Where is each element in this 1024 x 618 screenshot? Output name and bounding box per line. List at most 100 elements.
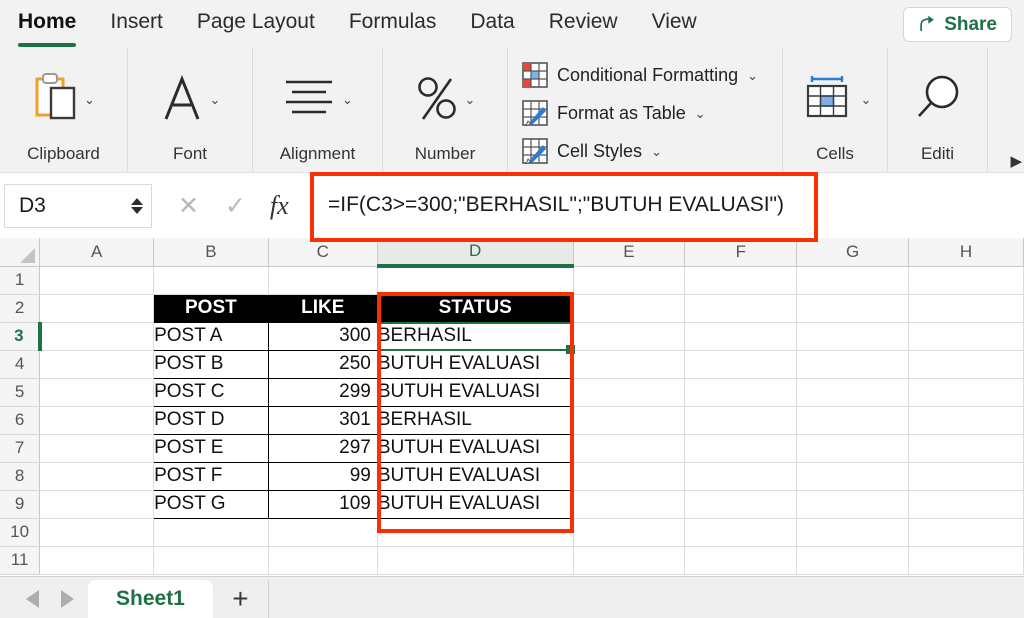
cell-f7[interactable]: [684, 434, 798, 463]
cell-d8[interactable]: BUTUH EVALUASI: [376, 461, 574, 491]
column-header-d[interactable]: D: [377, 238, 574, 268]
font-caret-icon[interactable]: ⌄: [210, 93, 221, 106]
cell-a3[interactable]: [39, 322, 155, 351]
cell-b9[interactable]: POST G: [153, 489, 269, 519]
ribbon-tab-view[interactable]: View: [652, 10, 697, 38]
cell-g9[interactable]: [796, 490, 910, 519]
cell-h6[interactable]: [908, 406, 1024, 435]
conditional-formatting-button[interactable]: Conditional Formatting ⌄: [522, 56, 758, 94]
column-header-f[interactable]: F: [684, 238, 798, 267]
spinner-up-icon[interactable]: [131, 197, 143, 205]
cell-b3[interactable]: POST A: [153, 321, 269, 351]
select-all-corner[interactable]: [0, 238, 41, 267]
cell-b1[interactable]: [153, 266, 269, 295]
cancel-formula-icon[interactable]: ✕: [178, 191, 199, 221]
cell-a6[interactable]: [39, 406, 155, 435]
cell-b7[interactable]: POST E: [153, 433, 269, 463]
cell-d10[interactable]: [377, 518, 574, 547]
confirm-formula-icon[interactable]: ✓: [225, 191, 246, 221]
row-header-6[interactable]: 6: [0, 406, 41, 435]
alignment-caret-icon[interactable]: ⌄: [342, 93, 353, 106]
cell-b4[interactable]: POST B: [153, 349, 269, 379]
ribbon-group-alignment[interactable]: ⌄ Alignment: [253, 48, 383, 172]
row-header-8[interactable]: 8: [0, 462, 41, 491]
name-box-spinner[interactable]: [131, 197, 143, 214]
row-header-4[interactable]: 4: [0, 350, 41, 379]
column-header-c[interactable]: C: [268, 238, 378, 267]
formula-input[interactable]: =IF(C3>=300;"BERHASIL";"BUTUH EVALUASI"): [322, 186, 808, 224]
cell-b8[interactable]: POST F: [153, 461, 269, 491]
share-button[interactable]: Share: [903, 7, 1012, 42]
cell-c2[interactable]: LIKE: [268, 294, 378, 323]
cell-a11[interactable]: [39, 546, 155, 575]
cell-c11[interactable]: [268, 546, 378, 575]
row-header-11[interactable]: 11: [0, 546, 41, 575]
insert-function-icon[interactable]: fx: [270, 191, 289, 221]
column-header-e[interactable]: E: [573, 238, 686, 267]
sheet-tab-sheet1[interactable]: Sheet1: [88, 580, 213, 618]
cell-e4[interactable]: [573, 350, 686, 379]
cell-d2[interactable]: STATUS: [377, 294, 574, 323]
cell-h5[interactable]: [908, 378, 1024, 407]
format-as-table-button[interactable]: Format as Table ⌄: [522, 94, 706, 132]
cell-b10[interactable]: [153, 518, 269, 547]
cell-c10[interactable]: [268, 518, 378, 547]
cell-c3[interactable]: 300: [267, 321, 378, 351]
cell-f5[interactable]: [684, 378, 798, 407]
cell-g11[interactable]: [796, 546, 910, 575]
cell-e2[interactable]: [573, 294, 686, 323]
cell-h7[interactable]: [908, 434, 1024, 463]
cell-g7[interactable]: [796, 434, 910, 463]
clipboard-caret-icon[interactable]: ⌄: [84, 93, 95, 106]
row-header-3[interactable]: 3: [0, 322, 42, 351]
ribbon-group-editing[interactable]: Editi: [888, 48, 988, 172]
ribbon-tab-data[interactable]: Data: [470, 10, 514, 38]
cell-a8[interactable]: [39, 462, 155, 491]
cell-h1[interactable]: [908, 266, 1024, 295]
cell-e3[interactable]: [573, 322, 686, 351]
cell-f8[interactable]: [684, 462, 798, 491]
cell-a5[interactable]: [39, 378, 155, 407]
cell-h10[interactable]: [908, 518, 1024, 547]
cell-b2[interactable]: POST: [153, 294, 269, 323]
cell-f4[interactable]: [684, 350, 798, 379]
cell-b6[interactable]: POST D: [153, 405, 269, 435]
cell-c8[interactable]: 99: [267, 461, 378, 491]
ribbon-tab-review[interactable]: Review: [549, 10, 618, 38]
column-header-h[interactable]: H: [908, 238, 1024, 267]
cell-a2[interactable]: [39, 294, 155, 323]
name-box[interactable]: D3: [4, 183, 152, 228]
cell-c1[interactable]: [268, 266, 378, 295]
cell-g10[interactable]: [796, 518, 910, 547]
cell-g8[interactable]: [796, 462, 910, 491]
cell-d7[interactable]: BUTUH EVALUASI: [376, 433, 574, 463]
cell-d5[interactable]: BUTUH EVALUASI: [376, 377, 574, 407]
cell-g5[interactable]: [796, 378, 910, 407]
cell-styles-button[interactable]: Cell Styles ⌄: [522, 132, 662, 170]
prev-sheet-icon[interactable]: [26, 590, 39, 608]
cell-e9[interactable]: [573, 490, 686, 519]
cell-g3[interactable]: [796, 322, 910, 351]
row-header-2[interactable]: 2: [0, 294, 41, 323]
column-header-b[interactable]: B: [153, 238, 269, 267]
cell-f2[interactable]: [684, 294, 798, 323]
cell-h4[interactable]: [908, 350, 1024, 379]
cell-c4[interactable]: 250: [267, 349, 378, 379]
cell-e11[interactable]: [573, 546, 686, 575]
cell-c9[interactable]: 109: [267, 489, 378, 519]
cell-d1[interactable]: [377, 266, 574, 295]
next-sheet-icon[interactable]: [61, 590, 74, 608]
row-header-7[interactable]: 7: [0, 434, 41, 463]
cell-e7[interactable]: [573, 434, 686, 463]
ribbon-tab-page-layout[interactable]: Page Layout: [197, 10, 315, 38]
cell-e10[interactable]: [573, 518, 686, 547]
cell-f6[interactable]: [684, 406, 798, 435]
cell-d9[interactable]: BUTUH EVALUASI: [376, 489, 574, 519]
cell-a1[interactable]: [39, 266, 155, 295]
spinner-down-icon[interactable]: [131, 206, 143, 214]
cell-g1[interactable]: [796, 266, 910, 295]
number-caret-icon[interactable]: ⌄: [465, 93, 476, 106]
cell-g6[interactable]: [796, 406, 910, 435]
cell-h2[interactable]: [908, 294, 1024, 323]
cell-a9[interactable]: [39, 490, 155, 519]
